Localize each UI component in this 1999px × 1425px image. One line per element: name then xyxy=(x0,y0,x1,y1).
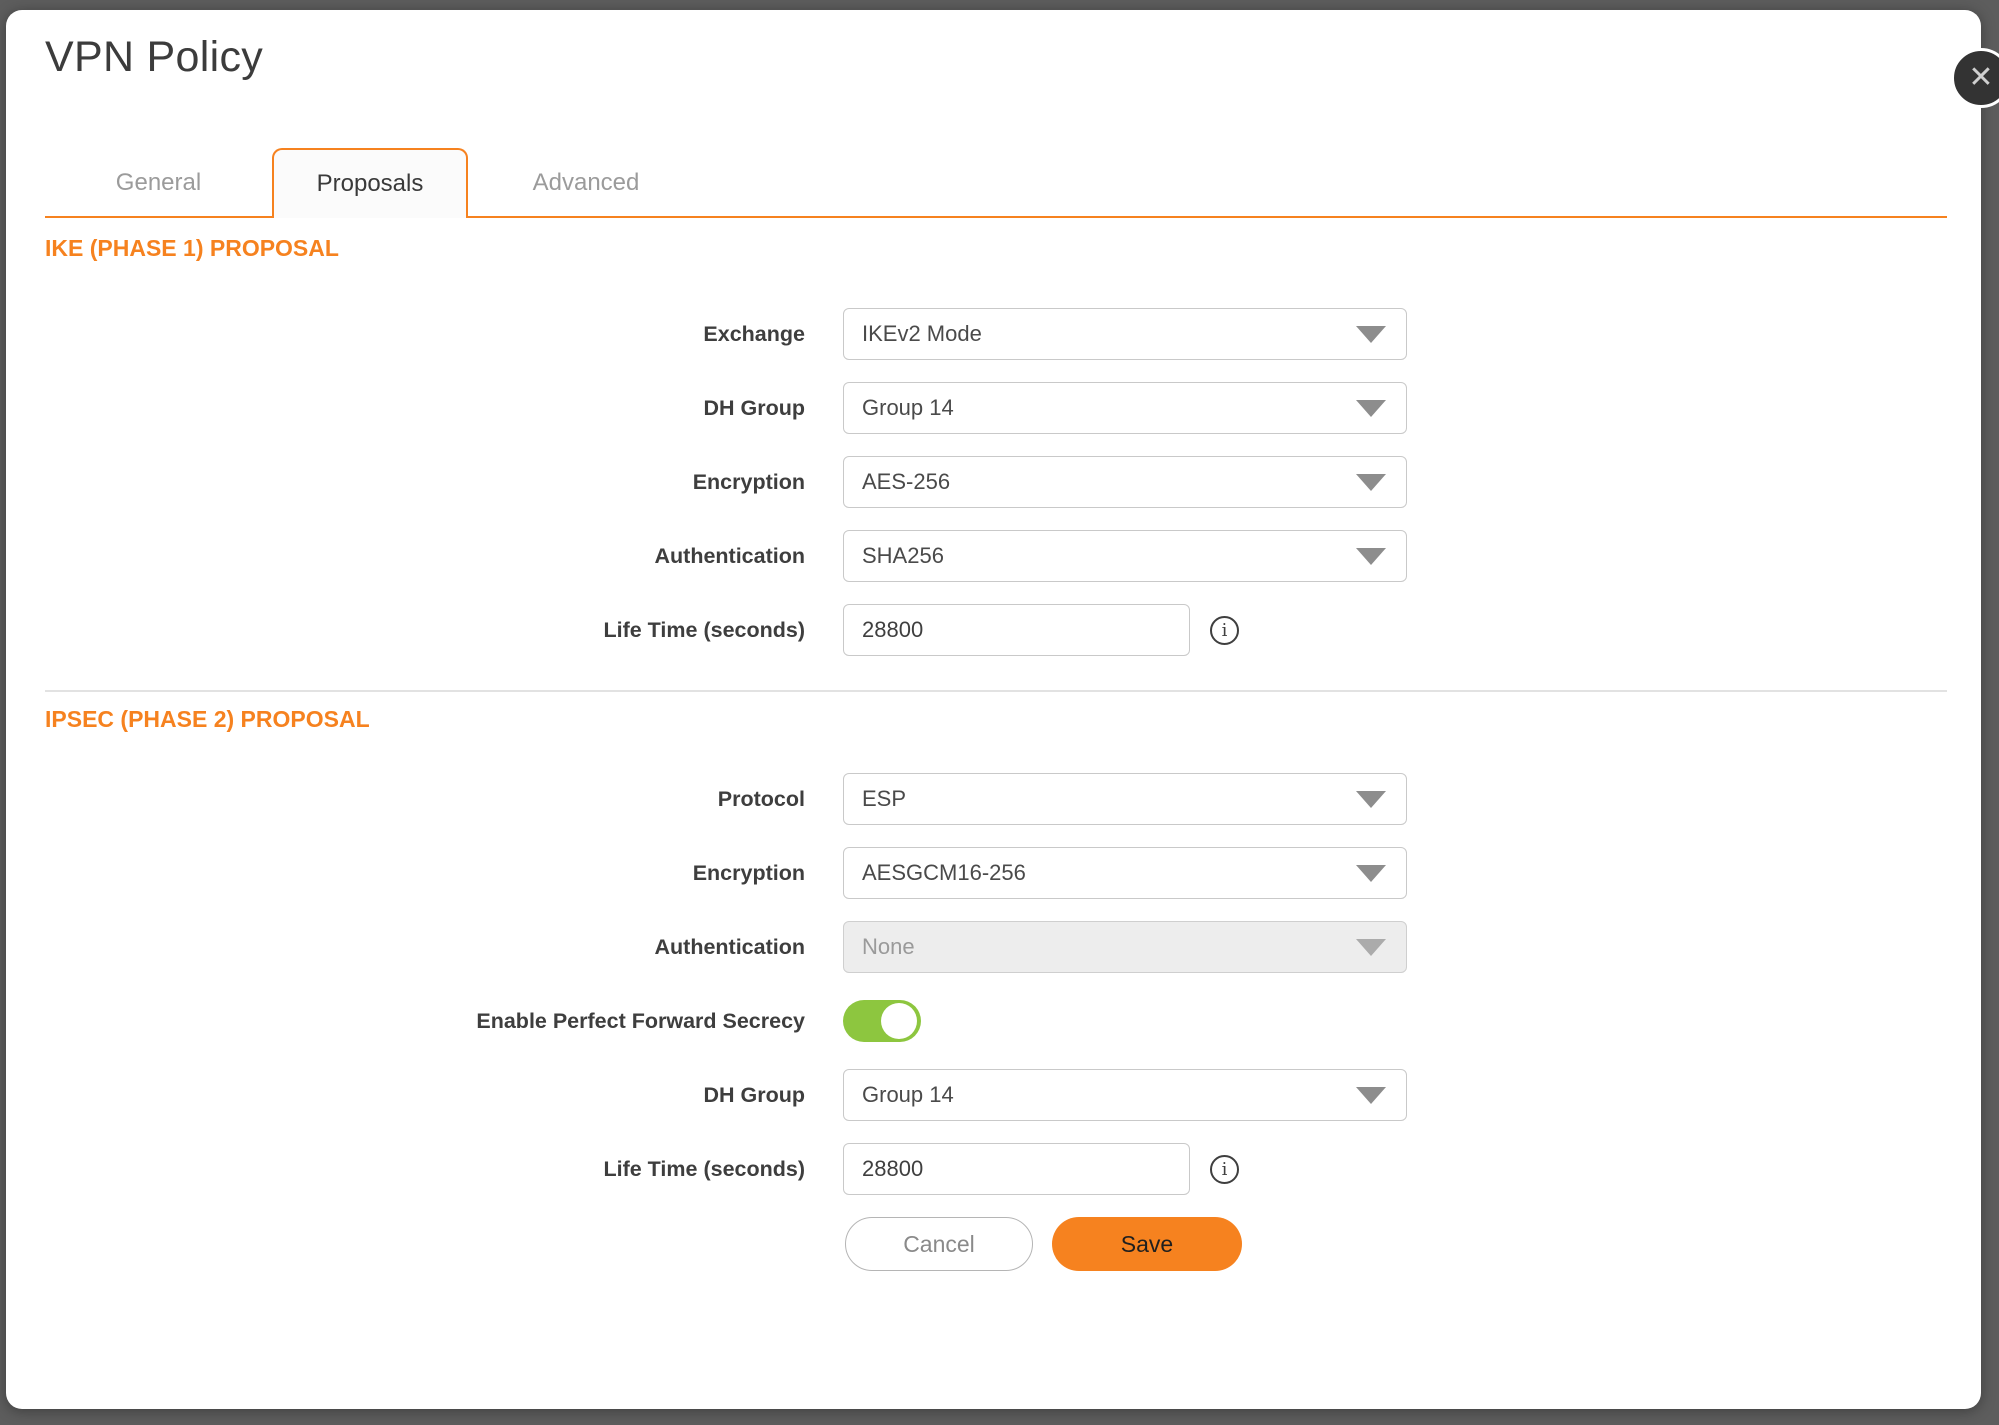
encryption-phase2-label: Encryption xyxy=(6,861,805,886)
encryption-phase2-select[interactable]: AESGCM16-256 xyxy=(843,847,1407,899)
authentication-select[interactable]: SHA256 xyxy=(843,530,1407,582)
tab-advanced[interactable]: Advanced xyxy=(468,148,704,218)
ipsec-phase2-form: Protocol ESP Encryption AESGCM16-256 Aut… xyxy=(6,773,1981,1195)
dh-group-row: DH Group Group 14 xyxy=(6,382,1981,434)
perfect-forward-secrecy-label: Enable Perfect Forward Secrecy xyxy=(6,1009,805,1034)
encryption-value: AES-256 xyxy=(862,469,1356,495)
encryption-label: Encryption xyxy=(6,470,805,495)
chevron-down-icon xyxy=(1356,791,1386,808)
life-time-label: Life Time (seconds) xyxy=(6,618,805,643)
authentication-phase2-label: Authentication xyxy=(6,935,805,960)
tab-proposals[interactable]: Proposals xyxy=(272,148,468,218)
perfect-forward-secrecy-toggle[interactable] xyxy=(843,1000,921,1042)
page-backdrop: ✕ VPN Policy General Proposals Advanced … xyxy=(0,0,1999,1425)
dialog-footer: Cancel Save xyxy=(845,1217,1981,1271)
ike-phase1-form: Exchange IKEv2 Mode DH Group Group 14 En… xyxy=(6,308,1981,656)
exchange-row: Exchange IKEv2 Mode xyxy=(6,308,1981,360)
tab-general[interactable]: General xyxy=(45,148,272,218)
encryption-phase2-row: Encryption AESGCM16-256 xyxy=(6,847,1981,899)
dh-group-phase2-select[interactable]: Group 14 xyxy=(843,1069,1407,1121)
authentication-label: Authentication xyxy=(6,544,805,569)
tab-bar: General Proposals Advanced xyxy=(45,148,1947,218)
section-heading-ipsec-phase2: IPSEC (PHASE 2) PROPOSAL xyxy=(45,704,1981,734)
chevron-down-icon xyxy=(1356,939,1386,956)
dh-group-value: Group 14 xyxy=(862,395,1356,421)
protocol-value: ESP xyxy=(862,786,1356,812)
dh-group-phase2-value: Group 14 xyxy=(862,1082,1356,1108)
exchange-value: IKEv2 Mode xyxy=(862,321,1356,347)
exchange-select[interactable]: IKEv2 Mode xyxy=(843,308,1407,360)
encryption-select[interactable]: AES-256 xyxy=(843,456,1407,508)
section-heading-ike-phase1: IKE (PHASE 1) PROPOSAL xyxy=(45,233,1981,263)
life-time-phase2-label: Life Time (seconds) xyxy=(6,1157,805,1182)
protocol-row: Protocol ESP xyxy=(6,773,1981,825)
protocol-select[interactable]: ESP xyxy=(843,773,1407,825)
encryption-phase2-value: AESGCM16-256 xyxy=(862,860,1356,886)
encryption-row: Encryption AES-256 xyxy=(6,456,1981,508)
authentication-row: Authentication SHA256 xyxy=(6,530,1981,582)
vpn-policy-dialog: ✕ VPN Policy General Proposals Advanced … xyxy=(6,10,1981,1409)
chevron-down-icon xyxy=(1356,474,1386,491)
dh-group-phase2-label: DH Group xyxy=(6,1083,805,1108)
dh-group-label: DH Group xyxy=(6,396,805,421)
authentication-phase2-value: None xyxy=(862,934,1356,960)
dialog-title: VPN Policy xyxy=(45,28,1981,86)
protocol-label: Protocol xyxy=(6,787,805,812)
exchange-label: Exchange xyxy=(6,322,805,347)
info-icon[interactable]: i xyxy=(1210,1155,1239,1184)
info-icon[interactable]: i xyxy=(1210,616,1239,645)
cancel-button[interactable]: Cancel xyxy=(845,1217,1033,1271)
close-button[interactable]: ✕ xyxy=(1951,48,1999,108)
life-time-phase2-row: Life Time (seconds) i xyxy=(6,1143,1981,1195)
perfect-forward-secrecy-row: Enable Perfect Forward Secrecy xyxy=(6,995,1981,1047)
toggle-knob xyxy=(881,1003,917,1039)
chevron-down-icon xyxy=(1356,548,1386,565)
dh-group-phase2-row: DH Group Group 14 xyxy=(6,1069,1981,1121)
save-button[interactable]: Save xyxy=(1052,1217,1242,1271)
chevron-down-icon xyxy=(1356,865,1386,882)
chevron-down-icon xyxy=(1356,1087,1386,1104)
life-time-phase2-input[interactable] xyxy=(843,1143,1190,1195)
chevron-down-icon xyxy=(1356,400,1386,417)
authentication-phase2-select: None xyxy=(843,921,1407,973)
chevron-down-icon xyxy=(1356,326,1386,343)
close-icon: ✕ xyxy=(1968,63,1993,93)
section-divider xyxy=(45,690,1947,692)
authentication-phase2-row: Authentication None xyxy=(6,921,1981,973)
authentication-value: SHA256 xyxy=(862,543,1356,569)
life-time-row: Life Time (seconds) i xyxy=(6,604,1981,656)
life-time-input[interactable] xyxy=(843,604,1190,656)
dh-group-select[interactable]: Group 14 xyxy=(843,382,1407,434)
